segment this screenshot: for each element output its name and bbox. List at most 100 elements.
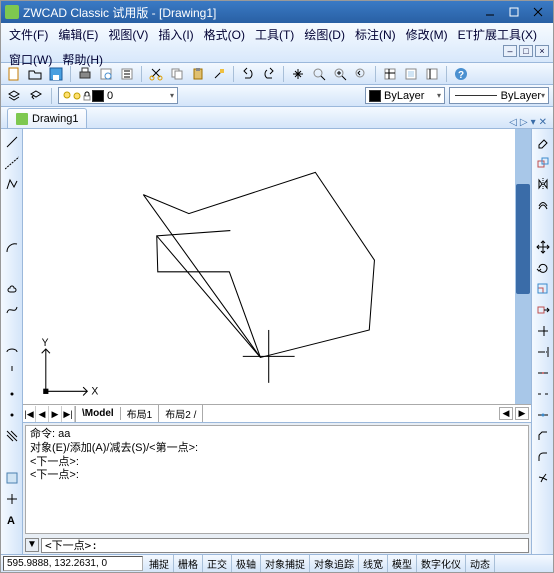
menu-edit[interactable]: 编辑(E) xyxy=(56,25,100,44)
layout-nav-next[interactable]: ▶ xyxy=(49,406,62,422)
construction-line-tool[interactable] xyxy=(3,154,21,172)
status-snap[interactable]: 捕捉 xyxy=(145,555,174,572)
gradient-tool[interactable] xyxy=(3,448,21,466)
redo-button[interactable] xyxy=(260,65,278,83)
menu-help[interactable]: 帮助(H) xyxy=(60,50,105,69)
drawing-canvas[interactable]: X Y xyxy=(23,129,531,404)
scale-tool[interactable] xyxy=(534,280,552,298)
color-combobox[interactable]: ByLayer ▾ xyxy=(365,87,445,104)
window-close-button[interactable] xyxy=(527,4,549,20)
status-tablet[interactable]: 数字化仪 xyxy=(417,555,466,572)
status-polar[interactable]: 极轴 xyxy=(232,555,261,572)
fillet-tool[interactable] xyxy=(534,448,552,466)
hscroll-left[interactable]: ◀ xyxy=(499,407,513,420)
menu-tools[interactable]: 工具(T) xyxy=(253,25,296,44)
trim-tool[interactable] xyxy=(534,322,552,340)
menu-modify[interactable]: 修改(M) xyxy=(404,25,450,44)
line-tool[interactable] xyxy=(3,133,21,151)
rotate-tool[interactable] xyxy=(534,259,552,277)
layer-combobox[interactable]: 0 ▾ xyxy=(58,87,178,104)
paste-button[interactable] xyxy=(189,65,207,83)
tab-next-button[interactable]: ▷ xyxy=(520,117,528,128)
command-history-dropdown[interactable]: ▼ xyxy=(25,538,39,552)
canvas-horizontal-scrollbar[interactable]: ◀ ▶ xyxy=(203,406,531,422)
zoom-window-button[interactable] xyxy=(331,65,349,83)
file-tab-drawing1[interactable]: Drawing1 xyxy=(7,108,87,128)
menu-ettools[interactable]: ET扩展工具(X) xyxy=(456,25,539,44)
doc-minimize-button[interactable]: – xyxy=(503,45,517,57)
break-at-point-tool[interactable] xyxy=(534,364,552,382)
design-center-button[interactable] xyxy=(402,65,420,83)
ellipse-arc-tool[interactable] xyxy=(3,343,21,361)
ellipse-tool[interactable] xyxy=(3,322,21,340)
layer-manager-button[interactable] xyxy=(5,87,23,105)
extend-tool[interactable] xyxy=(534,343,552,361)
break-tool[interactable] xyxy=(534,385,552,403)
layout-nav-last[interactable]: ▶| xyxy=(62,406,75,422)
rectangle-tool[interactable] xyxy=(3,217,21,235)
menu-dim[interactable]: 标注(N) xyxy=(353,25,398,44)
properties-button[interactable] xyxy=(381,65,399,83)
table-tool[interactable] xyxy=(3,490,21,508)
join-tool[interactable] xyxy=(534,406,552,424)
chamfer-tool[interactable] xyxy=(534,427,552,445)
revision-cloud-tool[interactable] xyxy=(3,280,21,298)
status-grid[interactable]: 栅格 xyxy=(174,555,203,572)
layout-tab-layout2[interactable]: 布局2 / xyxy=(159,405,203,422)
cut-button[interactable] xyxy=(147,65,165,83)
status-model[interactable]: 模型 xyxy=(388,555,417,572)
zoom-previous-button[interactable] xyxy=(352,65,370,83)
tool-palettes-button[interactable] xyxy=(423,65,441,83)
menu-view[interactable]: 视图(V) xyxy=(106,25,150,44)
make-block-tool[interactable] xyxy=(3,385,21,403)
status-lweight[interactable]: 线宽 xyxy=(359,555,388,572)
canvas-vertical-scrollbar[interactable] xyxy=(515,129,531,404)
publish-button[interactable] xyxy=(118,65,136,83)
copy-button[interactable] xyxy=(168,65,186,83)
polygon-tool[interactable] xyxy=(3,196,21,214)
arc-tool[interactable] xyxy=(3,238,21,256)
region-tool[interactable] xyxy=(3,469,21,487)
erase-tool[interactable] xyxy=(534,133,552,151)
stretch-tool[interactable] xyxy=(534,301,552,319)
point-tool[interactable] xyxy=(3,406,21,424)
window-maximize-button[interactable] xyxy=(503,4,525,20)
linetype-combobox[interactable]: ByLayer ▾ xyxy=(449,87,549,104)
layout-nav-first[interactable]: |◀ xyxy=(23,406,36,422)
status-dyn[interactable]: 动态 xyxy=(466,555,495,572)
layout-tab-model[interactable]: \Model xyxy=(76,407,121,420)
copy-object-tool[interactable] xyxy=(534,154,552,172)
move-tool[interactable] xyxy=(534,238,552,256)
zoom-realtime-button[interactable] xyxy=(310,65,328,83)
command-history[interactable]: 命令: aa 对象(E)/添加(A)/减去(S)/<第一点>: <下一点>: <… xyxy=(25,425,529,534)
spline-tool[interactable] xyxy=(3,301,21,319)
layout-tab-layout1[interactable]: 布局1 xyxy=(121,405,160,422)
hatch-tool[interactable] xyxy=(3,427,21,445)
help-button[interactable]: ? xyxy=(452,65,470,83)
menu-draw[interactable]: 绘图(D) xyxy=(302,25,347,44)
layout-nav-prev[interactable]: ◀ xyxy=(36,406,49,422)
menu-insert[interactable]: 插入(I) xyxy=(156,25,195,44)
tab-close-button[interactable]: ✕ xyxy=(539,117,547,128)
insert-block-tool[interactable] xyxy=(3,364,21,382)
mirror-tool[interactable] xyxy=(534,175,552,193)
doc-maximize-button[interactable]: □ xyxy=(519,45,533,57)
doc-close-button[interactable]: × xyxy=(535,45,549,57)
offset-tool[interactable] xyxy=(534,196,552,214)
menu-file[interactable]: 文件(F) xyxy=(7,25,50,44)
tab-menu-button[interactable]: ▾ xyxy=(531,117,536,128)
status-otrack[interactable]: 对象追踪 xyxy=(310,555,359,572)
explode-tool[interactable] xyxy=(534,469,552,487)
menu-window[interactable]: 窗口(W) xyxy=(7,50,54,69)
layer-previous-button[interactable] xyxy=(27,87,45,105)
mtext-tool[interactable]: A xyxy=(3,511,21,529)
command-input[interactable] xyxy=(41,538,529,553)
window-minimize-button[interactable] xyxy=(479,4,501,20)
hscroll-right[interactable]: ▶ xyxy=(515,407,529,420)
array-tool[interactable] xyxy=(534,217,552,235)
tab-prev-button[interactable]: ◁ xyxy=(509,117,517,128)
status-osnap[interactable]: 对象捕捉 xyxy=(261,555,310,572)
match-properties-button[interactable] xyxy=(210,65,228,83)
polyline-tool[interactable] xyxy=(3,175,21,193)
pan-button[interactable] xyxy=(289,65,307,83)
